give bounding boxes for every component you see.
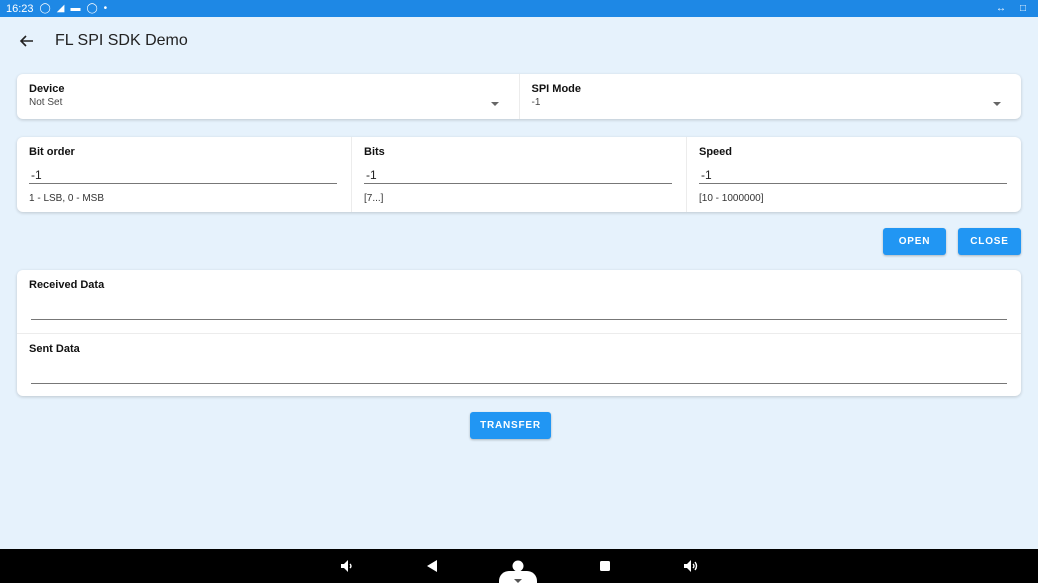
- open-button[interactable]: OPEN: [883, 228, 946, 255]
- volume-up-icon[interactable]: [683, 558, 699, 574]
- spi-mode-value: -1: [531, 97, 541, 108]
- navigation-handle[interactable]: [499, 571, 537, 583]
- transfer-button[interactable]: TRANSFER: [470, 412, 551, 439]
- recents-icon[interactable]: [597, 558, 613, 574]
- bit-order-input[interactable]: [29, 166, 337, 184]
- bits-cell: Bits [7...]: [351, 137, 686, 212]
- page-title: FL SPI SDK Demo: [55, 32, 188, 49]
- chevron-down-icon: [993, 102, 1001, 106]
- parameters-card: Bit order 1 - LSB, 0 - MSB Bits [7...] S…: [17, 137, 1021, 212]
- bit-order-label: Bit order: [29, 146, 75, 158]
- app-screen: 16:23 ◯ ◢ ▬ ◯ • ↔ □ FL SPI SDK Demo Devi…: [0, 0, 1038, 583]
- sent-data-field[interactable]: [31, 370, 1007, 384]
- speed-input[interactable]: [699, 166, 1007, 184]
- speed-hint: [10 - 1000000]: [699, 193, 764, 204]
- bit-order-cell: Bit order 1 - LSB, 0 - MSB: [17, 137, 351, 212]
- received-data-field[interactable]: [31, 306, 1007, 320]
- spi-settings-card: Device Not Set SPI Mode -1: [17, 74, 1021, 119]
- data-card: Received Data Sent Data: [17, 270, 1021, 396]
- arrow-back-icon[interactable]: [17, 31, 37, 51]
- speed-cell: Speed [10 - 1000000]: [686, 137, 1021, 212]
- keyboard-icon: ▬: [70, 2, 81, 14]
- app-notification-icon: ◯: [86, 2, 98, 14]
- data-transfer-icon: ↔: [995, 2, 1006, 14]
- chevron-down-icon: [490, 102, 499, 106]
- satellite-icon: ◢: [56, 2, 65, 14]
- close-button[interactable]: CLOSE: [958, 228, 1021, 255]
- bit-order-hint: 1 - LSB, 0 - MSB: [29, 193, 105, 204]
- bits-input[interactable]: [364, 166, 672, 184]
- app-bar: FL SPI SDK Demo: [0, 17, 1038, 65]
- app-notification-icon: ◯: [39, 2, 51, 14]
- spi-mode-dropdown[interactable]: SPI Mode -1: [518, 74, 1022, 119]
- dot-icon: •: [103, 2, 108, 14]
- received-data-section: Received Data: [17, 270, 1021, 333]
- bits-hint: [7...]: [364, 193, 384, 204]
- volume-down-icon[interactable]: [339, 558, 355, 574]
- nav-back-icon[interactable]: [424, 558, 440, 574]
- status-time: 16:23: [6, 2, 34, 15]
- bits-label: Bits: [364, 146, 385, 158]
- navigation-bar: [0, 549, 1038, 583]
- spi-mode-label: SPI Mode: [531, 83, 582, 95]
- device-dropdown[interactable]: Device Not Set: [17, 74, 519, 119]
- chevron-down-icon: [514, 571, 522, 583]
- sent-data-label: Sent Data: [29, 343, 80, 355]
- sent-data-section: Sent Data: [17, 333, 1021, 396]
- speed-label: Speed: [699, 146, 733, 158]
- device-label: Device: [29, 83, 65, 95]
- no-sim-icon: □: [1019, 2, 1026, 14]
- received-data-label: Received Data: [29, 279, 105, 291]
- status-bar: 16:23 ◯ ◢ ▬ ◯ • ↔ □: [0, 0, 1038, 17]
- device-value: Not Set: [29, 97, 63, 108]
